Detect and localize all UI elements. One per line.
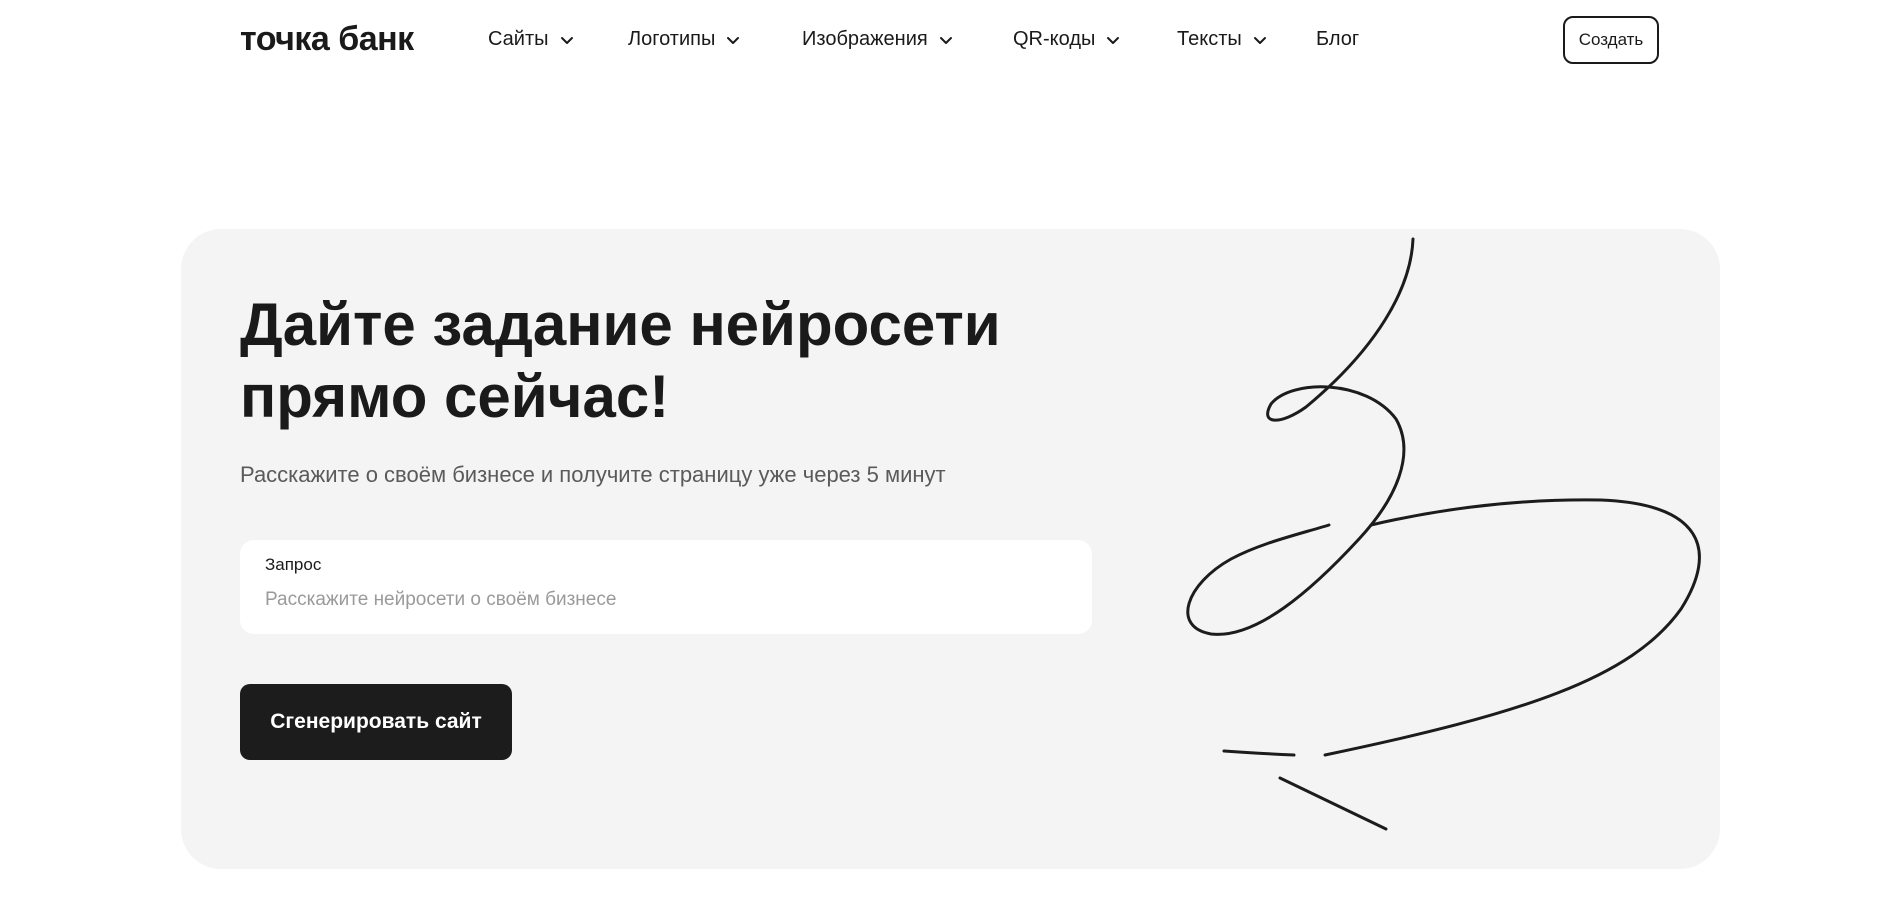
logo[interactable]: точка банк [240,20,414,59]
chevron-down-icon [938,32,954,48]
create-button[interactable]: Создать [1563,16,1659,64]
hero-section: Дайте задание нейросети прямо сейчас! Ра… [181,229,1720,869]
nav-item-texts[interactable]: Тексты [1177,28,1268,51]
chevron-down-icon [559,32,575,48]
nav-item-label: Сайты [488,28,549,50]
nav-item-label: Логотипы [628,28,716,50]
chevron-down-icon [1252,32,1268,48]
nav-item-label: Тексты [1177,28,1242,50]
nav-item-label: Изображения [802,28,928,50]
site-header: точка банк Сайты Логотипы Изображения QR… [0,0,1894,82]
nav-item-images[interactable]: Изображения [802,28,954,51]
nav-item-blog[interactable]: Блог [1316,28,1359,51]
nav-item-label: Блог [1316,28,1360,50]
nav-item-qr-codes[interactable]: QR-коды [1013,28,1121,51]
nav-item-sites[interactable]: Сайты [488,28,575,51]
chevron-down-icon [1105,32,1121,48]
chevron-down-icon [725,32,741,48]
nav-item-logos[interactable]: Логотипы [628,28,741,51]
squiggle-illustration [1186,237,1701,831]
nav-item-label: QR-коды [1013,28,1096,50]
